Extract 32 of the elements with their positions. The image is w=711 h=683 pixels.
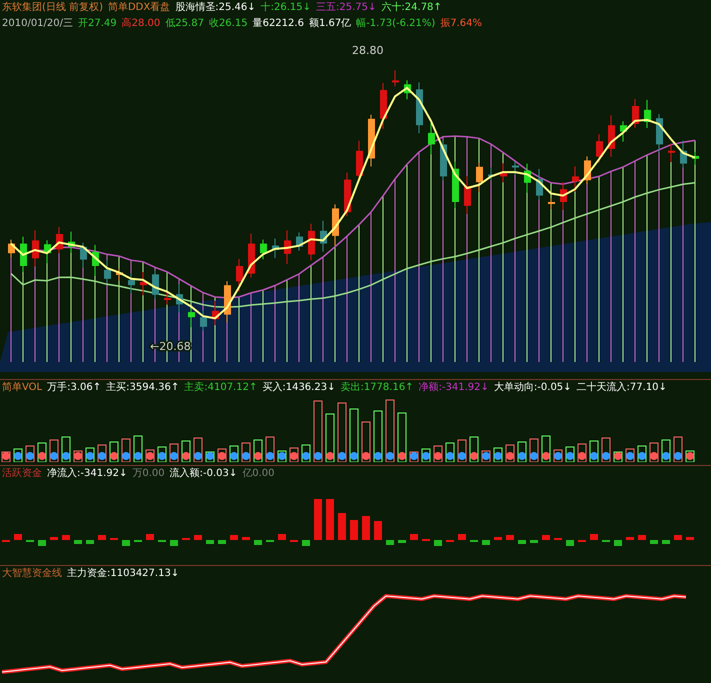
high-price-label: 28.80	[352, 44, 384, 57]
indicator-label: 十:26.15↓	[260, 0, 312, 15]
indicator-label: 简单DDX看盘	[108, 0, 170, 15]
quote-value: 振7.64%	[440, 17, 482, 31]
indicator-label: 亿0.00	[242, 466, 275, 481]
quote-value: 收26.15	[208, 17, 248, 31]
quote-value: 低25.87	[165, 17, 204, 31]
indicator-label: 净流入:-341.92↓	[47, 466, 128, 481]
quote-value: 2010/01/20/三	[2, 17, 74, 31]
indicator-label: 股海情圣:25.46↓	[175, 0, 256, 15]
indicator-label: 主买:3594.36↑	[106, 380, 180, 395]
quote-value: 高28.00	[122, 16, 160, 31]
indicator-label: 主卖:4107.12↑	[184, 380, 258, 395]
indicator-label: 大单动向:-0.05↓	[494, 380, 572, 395]
indicator-label: 六十:24.78↑	[381, 0, 442, 15]
quote-value: 额1.67亿	[308, 16, 352, 31]
indicator-label: 万手:3.06↑	[47, 380, 102, 395]
quote-value: 量62212.6	[252, 17, 304, 31]
indicator-label: 万0.00	[132, 466, 165, 481]
indicator-label: 卖出:1778.16↑	[340, 380, 414, 395]
indicator-label: 主力资金:1103427.13↓	[67, 566, 180, 582]
quote-value: 开27.49	[78, 17, 117, 31]
indicator-label: 买入:1436.23↓	[262, 380, 336, 395]
indicator-label: 大智慧资金线	[2, 566, 62, 582]
indicator-label: 东软集团(日线 前复权)	[2, 0, 103, 15]
indicator-label: 三五:25.75↓	[316, 1, 376, 15]
indicator-label: 活跃资金	[2, 466, 42, 481]
indicator-label: 二十天流入:77.10↓	[576, 380, 667, 395]
indicator-label: 简单VOL	[2, 380, 42, 395]
indicator-label: 净额:-341.92↓	[418, 380, 489, 395]
quote-value: 幅-1.73(-6.21%)	[356, 17, 436, 31]
indicator-label: 流入额:-0.03↓	[170, 466, 238, 481]
